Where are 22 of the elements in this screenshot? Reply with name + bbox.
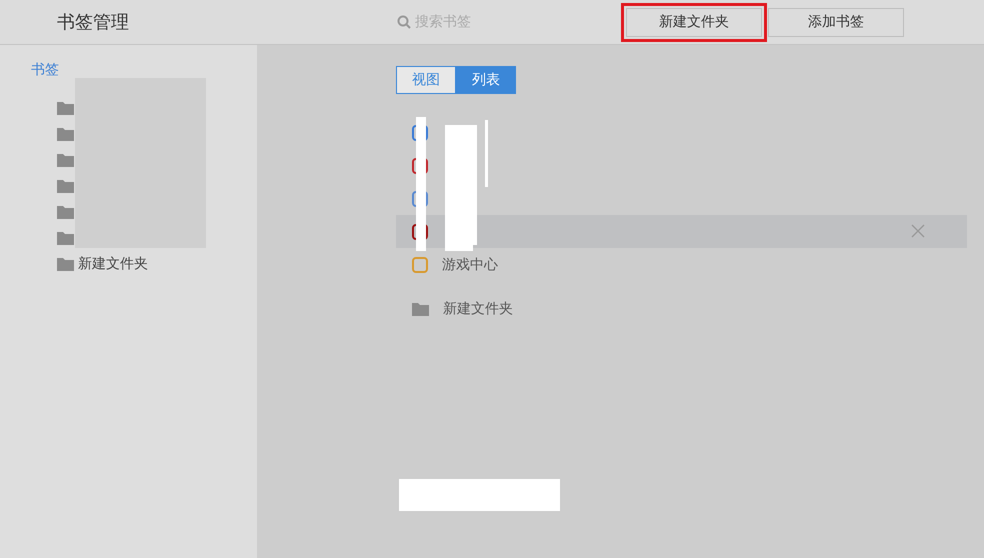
folder-name[interactable]: 新建文件夹 <box>78 255 148 273</box>
toolbar-button[interactable]: 添加书签 <box>768 8 904 36</box>
page-title: 书签管理 <box>57 11 130 34</box>
sidebar-root-link[interactable]: 书签 <box>31 61 59 79</box>
folder-icon <box>57 127 74 141</box>
folder-icon <box>57 179 74 193</box>
bookmark-name[interactable]: 新建文件夹 <box>443 300 513 318</box>
toolbar-button[interactable]: 新建文件夹 <box>626 8 762 36</box>
folder-icon <box>57 257 74 271</box>
folder-icon <box>412 302 429 316</box>
folder-icon <box>57 231 74 245</box>
folder-icon <box>57 153 74 167</box>
bookmark-row[interactable]: 游戏中心 <box>396 248 967 281</box>
close-icon[interactable] <box>911 224 925 238</box>
folder-icon <box>57 101 74 115</box>
bookmark-row[interactable]: 新建文件夹 <box>396 292 967 325</box>
view-tab[interactable]: 视图 <box>396 66 456 94</box>
redaction-bar <box>485 120 488 187</box>
folder-icon <box>57 205 74 219</box>
bookmark-name[interactable]: 游戏中心 <box>442 256 498 274</box>
view-tab[interactable]: 列表 <box>456 66 516 94</box>
search-icon <box>397 15 411 29</box>
